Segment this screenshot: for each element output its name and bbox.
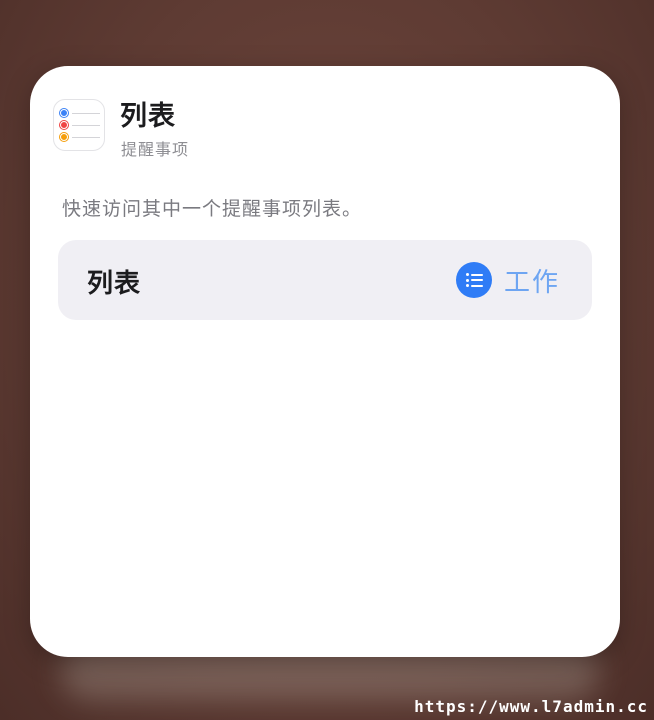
reminders-app-icon (53, 99, 105, 151)
widget-description: 快速访问其中一个提醒事项列表。 (62, 198, 363, 220)
reminder-row-blue (60, 109, 100, 117)
red-dot-icon (60, 121, 68, 129)
watermark-text: https://www.l7admin.cc (414, 697, 648, 716)
list-parameter-value[interactable]: 工作 (455, 260, 560, 300)
blue-dot-icon (60, 109, 68, 117)
reminder-line (72, 137, 100, 138)
widget-config-card: 列表 提醒事项 快速访问其中一个提醒事项列表。 列表 工作 (30, 66, 620, 657)
widget-subtitle: 提醒事项 (121, 140, 190, 159)
list-parameter-label: 列表 (87, 269, 142, 299)
widget-title: 列表 (120, 101, 176, 132)
list-bullet-icon (455, 262, 492, 298)
reminder-row-orange (60, 133, 100, 141)
reminder-row-red (60, 121, 100, 129)
selected-list-name: 工作 (503, 267, 560, 298)
list-parameter-row[interactable]: 列表 工作 (58, 240, 592, 320)
orange-dot-icon (60, 133, 68, 141)
reminder-line (72, 125, 100, 126)
reminder-line (72, 113, 100, 114)
